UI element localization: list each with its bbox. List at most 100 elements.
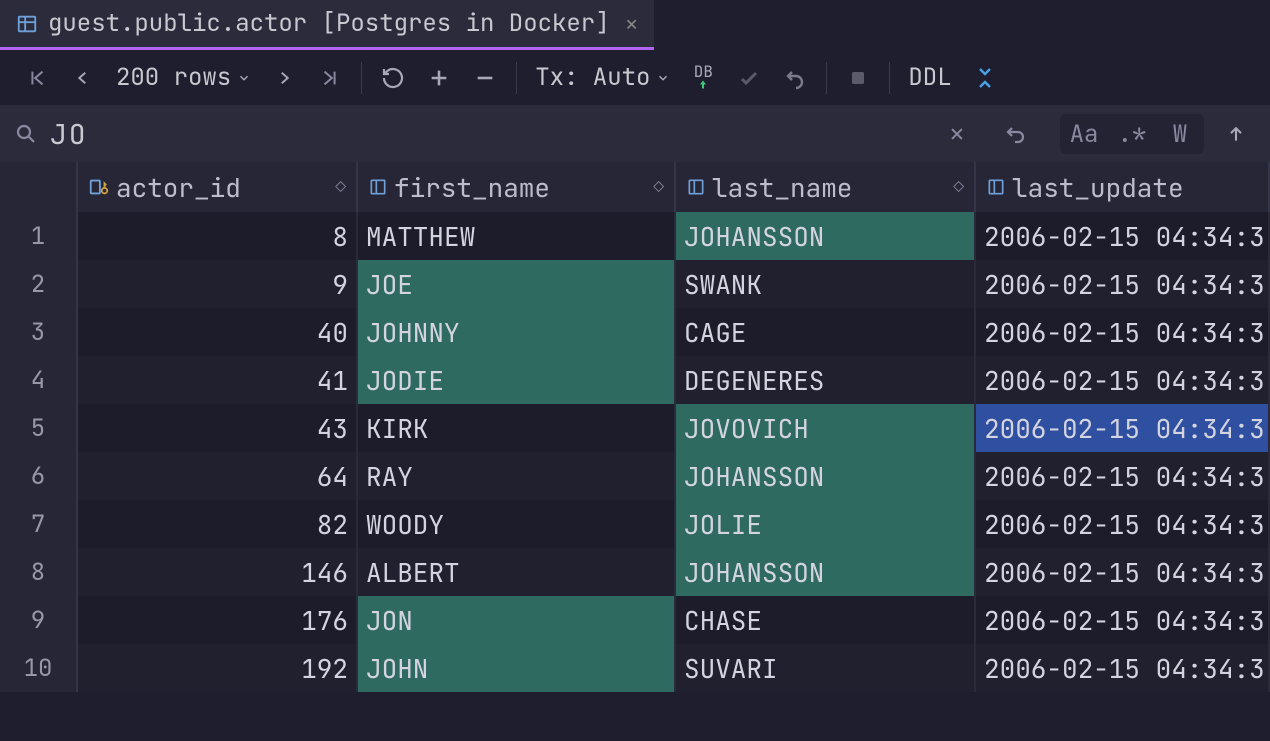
db-submit-button[interactable]: DB — [680, 58, 726, 98]
cell-actor-id[interactable]: 192 — [78, 644, 358, 692]
cell-first-name[interactable]: KIRK — [358, 404, 676, 452]
cell-last-name[interactable]: CHASE — [676, 596, 976, 644]
words-toggle[interactable]: W — [1156, 114, 1204, 154]
regex-toggle[interactable]: .* — [1108, 114, 1156, 154]
reload-button[interactable] — [370, 58, 416, 98]
column-name: first_name — [394, 170, 550, 205]
sort-icon[interactable]: ◇ — [953, 176, 964, 199]
row-number[interactable]: 9 — [0, 596, 78, 644]
tx-label: Tx: Auto — [535, 62, 650, 93]
row-number[interactable]: 8 — [0, 548, 78, 596]
cell-first-name[interactable]: JON — [358, 596, 676, 644]
cell-last-update[interactable]: 2006-02-15 04:34:3 — [976, 452, 1270, 500]
cell-actor-id[interactable]: 8 — [78, 212, 358, 260]
grid-header: actor_id ◇ first_name ◇ last_name ◇ last… — [0, 162, 1270, 212]
cell-last-name[interactable]: JOVOVICH — [676, 404, 976, 452]
cell-actor-id[interactable]: 146 — [78, 548, 358, 596]
column-name: actor_id — [116, 170, 241, 205]
db-label: DB — [694, 65, 713, 79]
close-icon[interactable]: ✕ — [626, 11, 638, 37]
sort-icon[interactable]: ◇ — [653, 176, 664, 199]
cell-first-name[interactable]: JOHN — [358, 644, 676, 692]
cell-actor-id[interactable]: 176 — [78, 596, 358, 644]
table-row[interactable]: 664RAYJOHANSSON2006-02-15 04:34:3 — [0, 452, 1270, 500]
cell-first-name[interactable]: JOHNNY — [358, 308, 676, 356]
row-number[interactable]: 1 — [0, 212, 78, 260]
table-row[interactable]: 441JODIEDEGENERES2006-02-15 04:34:3 — [0, 356, 1270, 404]
collapse-button[interactable] — [962, 58, 1008, 98]
cell-first-name[interactable]: JOE — [358, 260, 676, 308]
row-number[interactable]: 4 — [0, 356, 78, 404]
rows-dropdown[interactable]: 200 rows — [106, 62, 261, 93]
match-case-toggle[interactable]: Aa — [1060, 114, 1108, 154]
row-number[interactable]: 6 — [0, 452, 78, 500]
cell-first-name[interactable]: ALBERT — [358, 548, 676, 596]
cell-last-name[interactable]: JOHANSSON — [676, 548, 976, 596]
cell-last-update[interactable]: 2006-02-15 04:34:3 — [976, 404, 1270, 452]
cell-last-update[interactable]: 2006-02-15 04:34:3 — [976, 260, 1270, 308]
sort-icon[interactable]: ◇ — [335, 176, 346, 199]
table-row[interactable]: 9176JONCHASE2006-02-15 04:34:3 — [0, 596, 1270, 644]
table-row[interactable]: 8146ALBERTJOHANSSON2006-02-15 04:34:3 — [0, 548, 1270, 596]
row-number[interactable]: 3 — [0, 308, 78, 356]
cell-last-update[interactable]: 2006-02-15 04:34:3 — [976, 548, 1270, 596]
column-header-last-update[interactable]: last_update — [976, 162, 1270, 212]
chevron-down-icon — [656, 71, 670, 85]
table-row[interactable]: 18MATTHEWJOHANSSON2006-02-15 04:34:3 — [0, 212, 1270, 260]
stop-button[interactable] — [835, 58, 881, 98]
table-row[interactable]: 543KIRKJOVOVICH2006-02-15 04:34:3 — [0, 404, 1270, 452]
add-row-button[interactable] — [416, 58, 462, 98]
cell-last-update[interactable]: 2006-02-15 04:34:3 — [976, 644, 1270, 692]
commit-button[interactable] — [726, 58, 772, 98]
filter-toggle-button[interactable] — [992, 114, 1038, 154]
remove-row-button[interactable] — [462, 58, 508, 98]
cell-last-name[interactable]: DEGENERES — [676, 356, 976, 404]
cell-last-name[interactable]: SWANK — [676, 260, 976, 308]
cell-actor-id[interactable]: 82 — [78, 500, 358, 548]
next-page-button[interactable] — [261, 58, 307, 98]
table-row[interactable]: 29JOESWANK2006-02-15 04:34:3 — [0, 260, 1270, 308]
cell-last-update[interactable]: 2006-02-15 04:34:3 — [976, 356, 1270, 404]
column-header-actor-id[interactable]: actor_id ◇ — [78, 162, 358, 212]
row-number[interactable]: 2 — [0, 260, 78, 308]
row-number[interactable]: 7 — [0, 500, 78, 548]
cell-last-update[interactable]: 2006-02-15 04:34:3 — [976, 596, 1270, 644]
cell-first-name[interactable]: WOODY — [358, 500, 676, 548]
gutter-header[interactable] — [0, 162, 78, 212]
editor-tab[interactable]: guest.public.actor [Postgres in Docker] … — [0, 0, 654, 50]
cell-last-name[interactable]: JOHANSSON — [676, 452, 976, 500]
cell-last-update[interactable]: 2006-02-15 04:34:3 — [976, 500, 1270, 548]
separator — [826, 62, 827, 94]
cell-actor-id[interactable]: 9 — [78, 260, 358, 308]
cell-last-name[interactable]: JOLIE — [676, 500, 976, 548]
move-up-button[interactable] — [1212, 114, 1260, 154]
ddl-button[interactable]: DDL — [898, 62, 961, 93]
row-number[interactable]: 5 — [0, 404, 78, 452]
cell-first-name[interactable]: MATTHEW — [358, 212, 676, 260]
cell-actor-id[interactable]: 43 — [78, 404, 358, 452]
cell-actor-id[interactable]: 40 — [78, 308, 358, 356]
first-page-button[interactable] — [14, 58, 60, 98]
clear-search-button[interactable]: ✕ — [934, 114, 980, 154]
arrow-up-icon — [696, 79, 710, 91]
rollback-button[interactable] — [772, 58, 818, 98]
cell-last-name[interactable]: JOHANSSON — [676, 212, 976, 260]
row-number[interactable]: 10 — [0, 644, 78, 692]
cell-last-update[interactable]: 2006-02-15 04:34:3 — [976, 212, 1270, 260]
column-header-last-name[interactable]: last_name ◇ — [676, 162, 976, 212]
column-header-first-name[interactable]: first_name ◇ — [358, 162, 676, 212]
last-page-button[interactable] — [307, 58, 353, 98]
tx-dropdown[interactable]: Tx: Auto — [525, 62, 680, 93]
prev-page-button[interactable] — [60, 58, 106, 98]
table-row[interactable]: 10192JOHNSUVARI2006-02-15 04:34:3 — [0, 644, 1270, 692]
cell-actor-id[interactable]: 41 — [78, 356, 358, 404]
table-row[interactable]: 340JOHNNYCAGE2006-02-15 04:34:3 — [0, 308, 1270, 356]
cell-last-update[interactable]: 2006-02-15 04:34:3 — [976, 308, 1270, 356]
cell-first-name[interactable]: RAY — [358, 452, 676, 500]
cell-last-name[interactable]: SUVARI — [676, 644, 976, 692]
table-row[interactable]: 782WOODYJOLIE2006-02-15 04:34:3 — [0, 500, 1270, 548]
cell-first-name[interactable]: JODIE — [358, 356, 676, 404]
cell-last-name[interactable]: CAGE — [676, 308, 976, 356]
search-input[interactable] — [50, 116, 922, 153]
cell-actor-id[interactable]: 64 — [78, 452, 358, 500]
